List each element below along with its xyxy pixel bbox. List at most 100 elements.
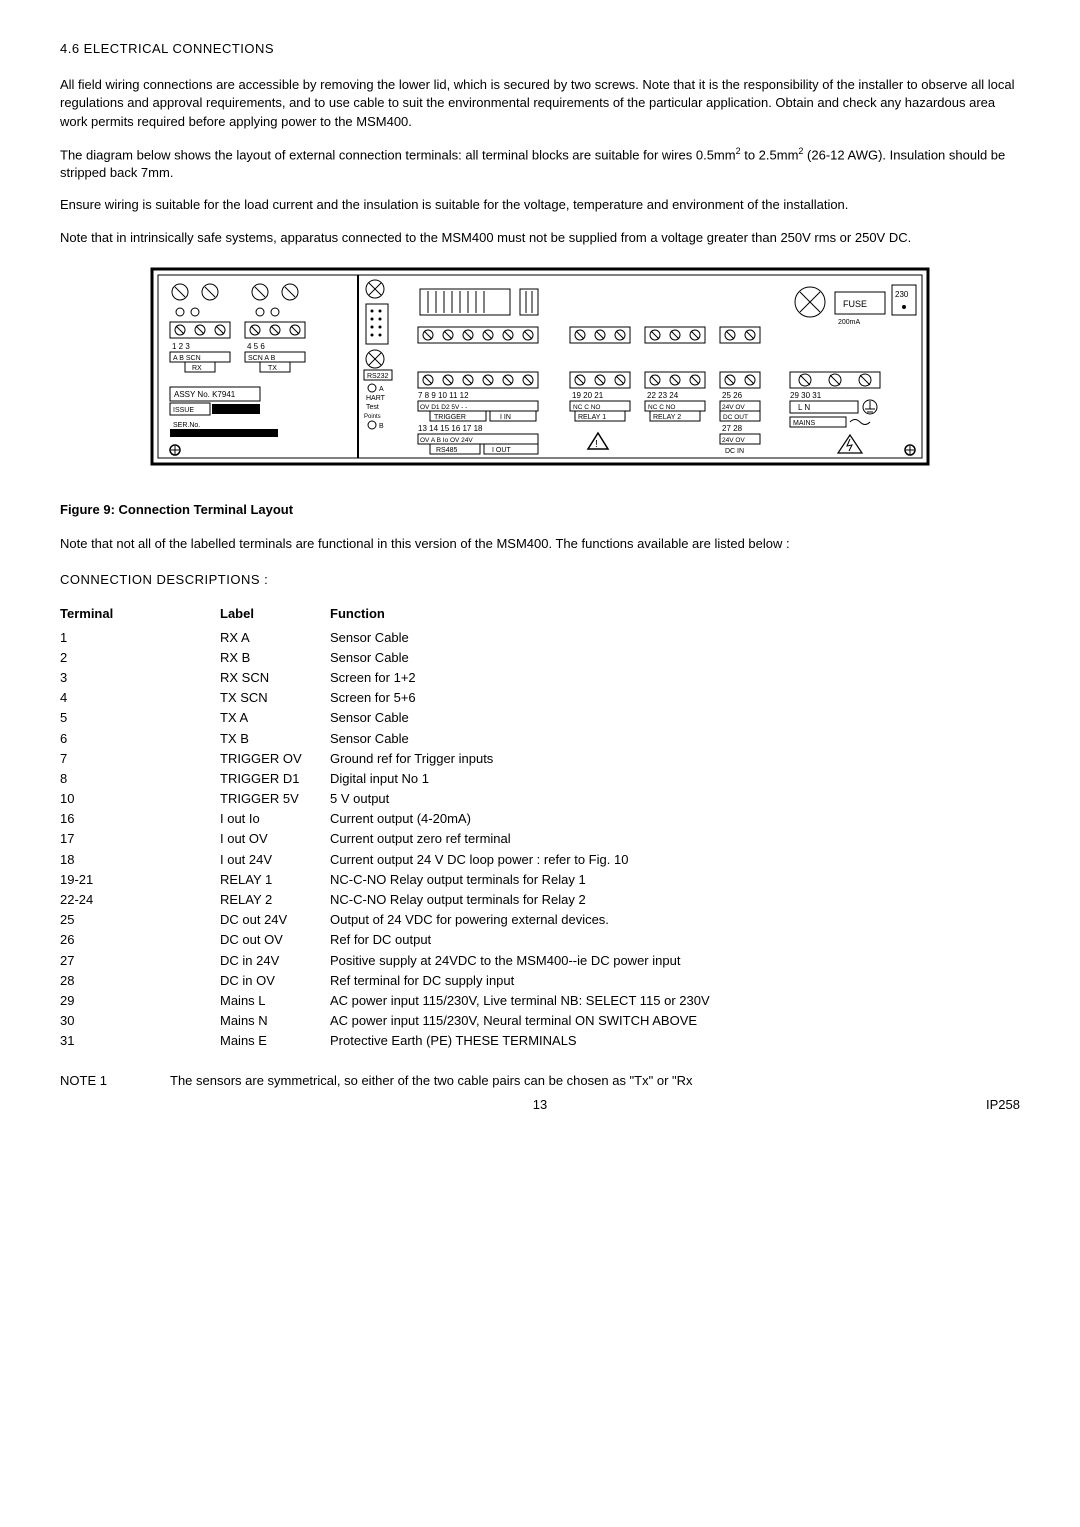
cell-function: 5 V output: [330, 789, 1020, 809]
svg-text:MAINS: MAINS: [793, 420, 816, 427]
svg-text:SER.No.: SER.No.: [173, 422, 200, 429]
cell-label: RX A: [220, 628, 330, 648]
svg-text:L N: L N: [798, 403, 810, 412]
cell-label: RELAY 2: [220, 890, 330, 910]
table-row: 26DC out OVRef for DC output: [60, 930, 1020, 950]
svg-text:29 30 31: 29 30 31: [790, 391, 822, 400]
cell-label: DC in OV: [220, 971, 330, 991]
cell-function: Current output (4-20mA): [330, 809, 1020, 829]
svg-text:230: 230: [895, 290, 909, 299]
para2-a: The diagram below shows the layout of ex…: [60, 147, 736, 162]
cell-terminal: 8: [60, 769, 220, 789]
cell-label: TX B: [220, 729, 330, 749]
svg-text:TRIGGER: TRIGGER: [434, 414, 466, 421]
cell-label: I out Io: [220, 809, 330, 829]
cell-label: TRIGGER 5V: [220, 789, 330, 809]
svg-text:NC C NO: NC C NO: [648, 404, 675, 411]
table-row: 16I out IoCurrent output (4-20mA): [60, 809, 1020, 829]
cell-label: I out OV: [220, 829, 330, 849]
cell-label: DC in 24V: [220, 951, 330, 971]
table-row: 5TX ASensor Cable: [60, 708, 1020, 728]
cell-terminal: 3: [60, 668, 220, 688]
connection-table: Terminal Label Function 1RX ASensor Cabl…: [60, 605, 1020, 1051]
cell-function: Screen for 1+2: [330, 668, 1020, 688]
svg-text:RX: RX: [192, 365, 202, 372]
th-terminal: Terminal: [60, 605, 220, 627]
connection-diagram: 1 2 3 4 5 6 A B SCN SCN A B RX TX ASSY N…: [150, 267, 930, 487]
note-1-text: The sensors are symmetrical, so either o…: [170, 1072, 693, 1090]
cell-label: Mains N: [220, 1011, 330, 1031]
svg-text:13 14 15 16 17 18: 13 14 15 16 17 18: [418, 424, 483, 433]
svg-text:!: !: [595, 439, 598, 450]
svg-text:Points: Points: [364, 414, 381, 420]
connection-descriptions-title: CONNECTION DESCRIPTIONS :: [60, 571, 1020, 589]
table-row: 17I out OVCurrent output zero ref termin…: [60, 829, 1020, 849]
cell-terminal: 16: [60, 809, 220, 829]
svg-text:7 8 9 10 11 12: 7 8 9 10 11 12: [418, 391, 469, 400]
svg-text:HART: HART: [366, 395, 386, 402]
svg-text:A B SCN: A B SCN: [173, 355, 201, 362]
cell-terminal: 5: [60, 708, 220, 728]
svg-text:OV A B Io OV 24V: OV A B Io OV 24V: [420, 437, 473, 444]
table-row: 4TX SCNScreen for 5+6: [60, 688, 1020, 708]
cell-function: Positive supply at 24VDC to the MSM400--…: [330, 951, 1020, 971]
svg-text:1 2 3: 1 2 3: [172, 342, 190, 351]
table-row: 6TX BSensor Cable: [60, 729, 1020, 749]
cell-function: Current output 24 V DC loop power : refe…: [330, 850, 1020, 870]
cell-function: Protective Earth (PE) THESE TERMINALS: [330, 1031, 1020, 1051]
cell-terminal: 7: [60, 749, 220, 769]
page-footer: 13 IP258: [60, 1096, 1020, 1114]
svg-text:NC C NO: NC C NO: [573, 404, 600, 411]
cell-terminal: 10: [60, 789, 220, 809]
cell-label: RX B: [220, 648, 330, 668]
table-row: 2RX BSensor Cable: [60, 648, 1020, 668]
table-row: 30Mains NAC power input 115/230V, Neural…: [60, 1011, 1020, 1031]
svg-text:4 5 6: 4 5 6: [247, 342, 265, 351]
table-row: 28DC in OVRef terminal for DC supply inp…: [60, 971, 1020, 991]
table-row: 3RX SCNScreen for 1+2: [60, 668, 1020, 688]
table-row: 10TRIGGER 5V5 V output: [60, 789, 1020, 809]
table-row: 1RX ASensor Cable: [60, 628, 1020, 648]
cell-terminal: 22-24: [60, 890, 220, 910]
note-1-label: NOTE 1: [60, 1072, 170, 1090]
paragraph-2: The diagram below shows the layout of ex…: [60, 145, 1020, 183]
cell-terminal: 25: [60, 910, 220, 930]
svg-text:I OUT: I OUT: [492, 447, 511, 454]
cell-label: DC out 24V: [220, 910, 330, 930]
cell-label: TRIGGER D1: [220, 769, 330, 789]
cell-terminal: 27: [60, 951, 220, 971]
table-row: 31Mains EProtective Earth (PE) THESE TER…: [60, 1031, 1020, 1051]
cell-terminal: 18: [60, 850, 220, 870]
table-row: 7TRIGGER OVGround ref for Trigger inputs: [60, 749, 1020, 769]
table-row: 18I out 24VCurrent output 24 V DC loop p…: [60, 850, 1020, 870]
cell-terminal: 26: [60, 930, 220, 950]
section-heading: 4.6 ELECTRICAL CONNECTIONS: [60, 40, 1020, 58]
cell-function: Sensor Cable: [330, 729, 1020, 749]
svg-text:I IN: I IN: [500, 414, 511, 421]
cell-label: TX SCN: [220, 688, 330, 708]
cell-function: NC-C-NO Relay output terminals for Relay…: [330, 870, 1020, 890]
cell-function: Ground ref for Trigger inputs: [330, 749, 1020, 769]
figure-caption: Figure 9: Connection Terminal Layout: [60, 501, 1020, 519]
cell-terminal: 4: [60, 688, 220, 708]
cell-function: NC-C-NO Relay output terminals for Relay…: [330, 890, 1020, 910]
svg-text:DC OUT: DC OUT: [723, 414, 748, 421]
after-figure-note: Note that not all of the labelled termin…: [60, 535, 1020, 553]
cell-function: Output of 24 VDC for powering external d…: [330, 910, 1020, 930]
cell-terminal: 17: [60, 829, 220, 849]
cell-label: Mains E: [220, 1031, 330, 1051]
note-1: NOTE 1 The sensors are symmetrical, so e…: [60, 1072, 1020, 1090]
ip-code: IP258: [940, 1096, 1020, 1114]
svg-text:A: A: [379, 386, 384, 393]
cell-label: DC out OV: [220, 930, 330, 950]
table-row: 19-21RELAY 1NC-C-NO Relay output termina…: [60, 870, 1020, 890]
svg-text:DC IN: DC IN: [725, 448, 744, 455]
cell-label: TRIGGER OV: [220, 749, 330, 769]
cell-label: RX SCN: [220, 668, 330, 688]
cell-function: Sensor Cable: [330, 628, 1020, 648]
th-function: Function: [330, 605, 1020, 627]
cell-function: Current output zero ref terminal: [330, 829, 1020, 849]
cell-label: RELAY 1: [220, 870, 330, 890]
table-row: 25DC out 24VOutput of 24 VDC for powerin…: [60, 910, 1020, 930]
cell-function: AC power input 115/230V, Live terminal N…: [330, 991, 1020, 1011]
